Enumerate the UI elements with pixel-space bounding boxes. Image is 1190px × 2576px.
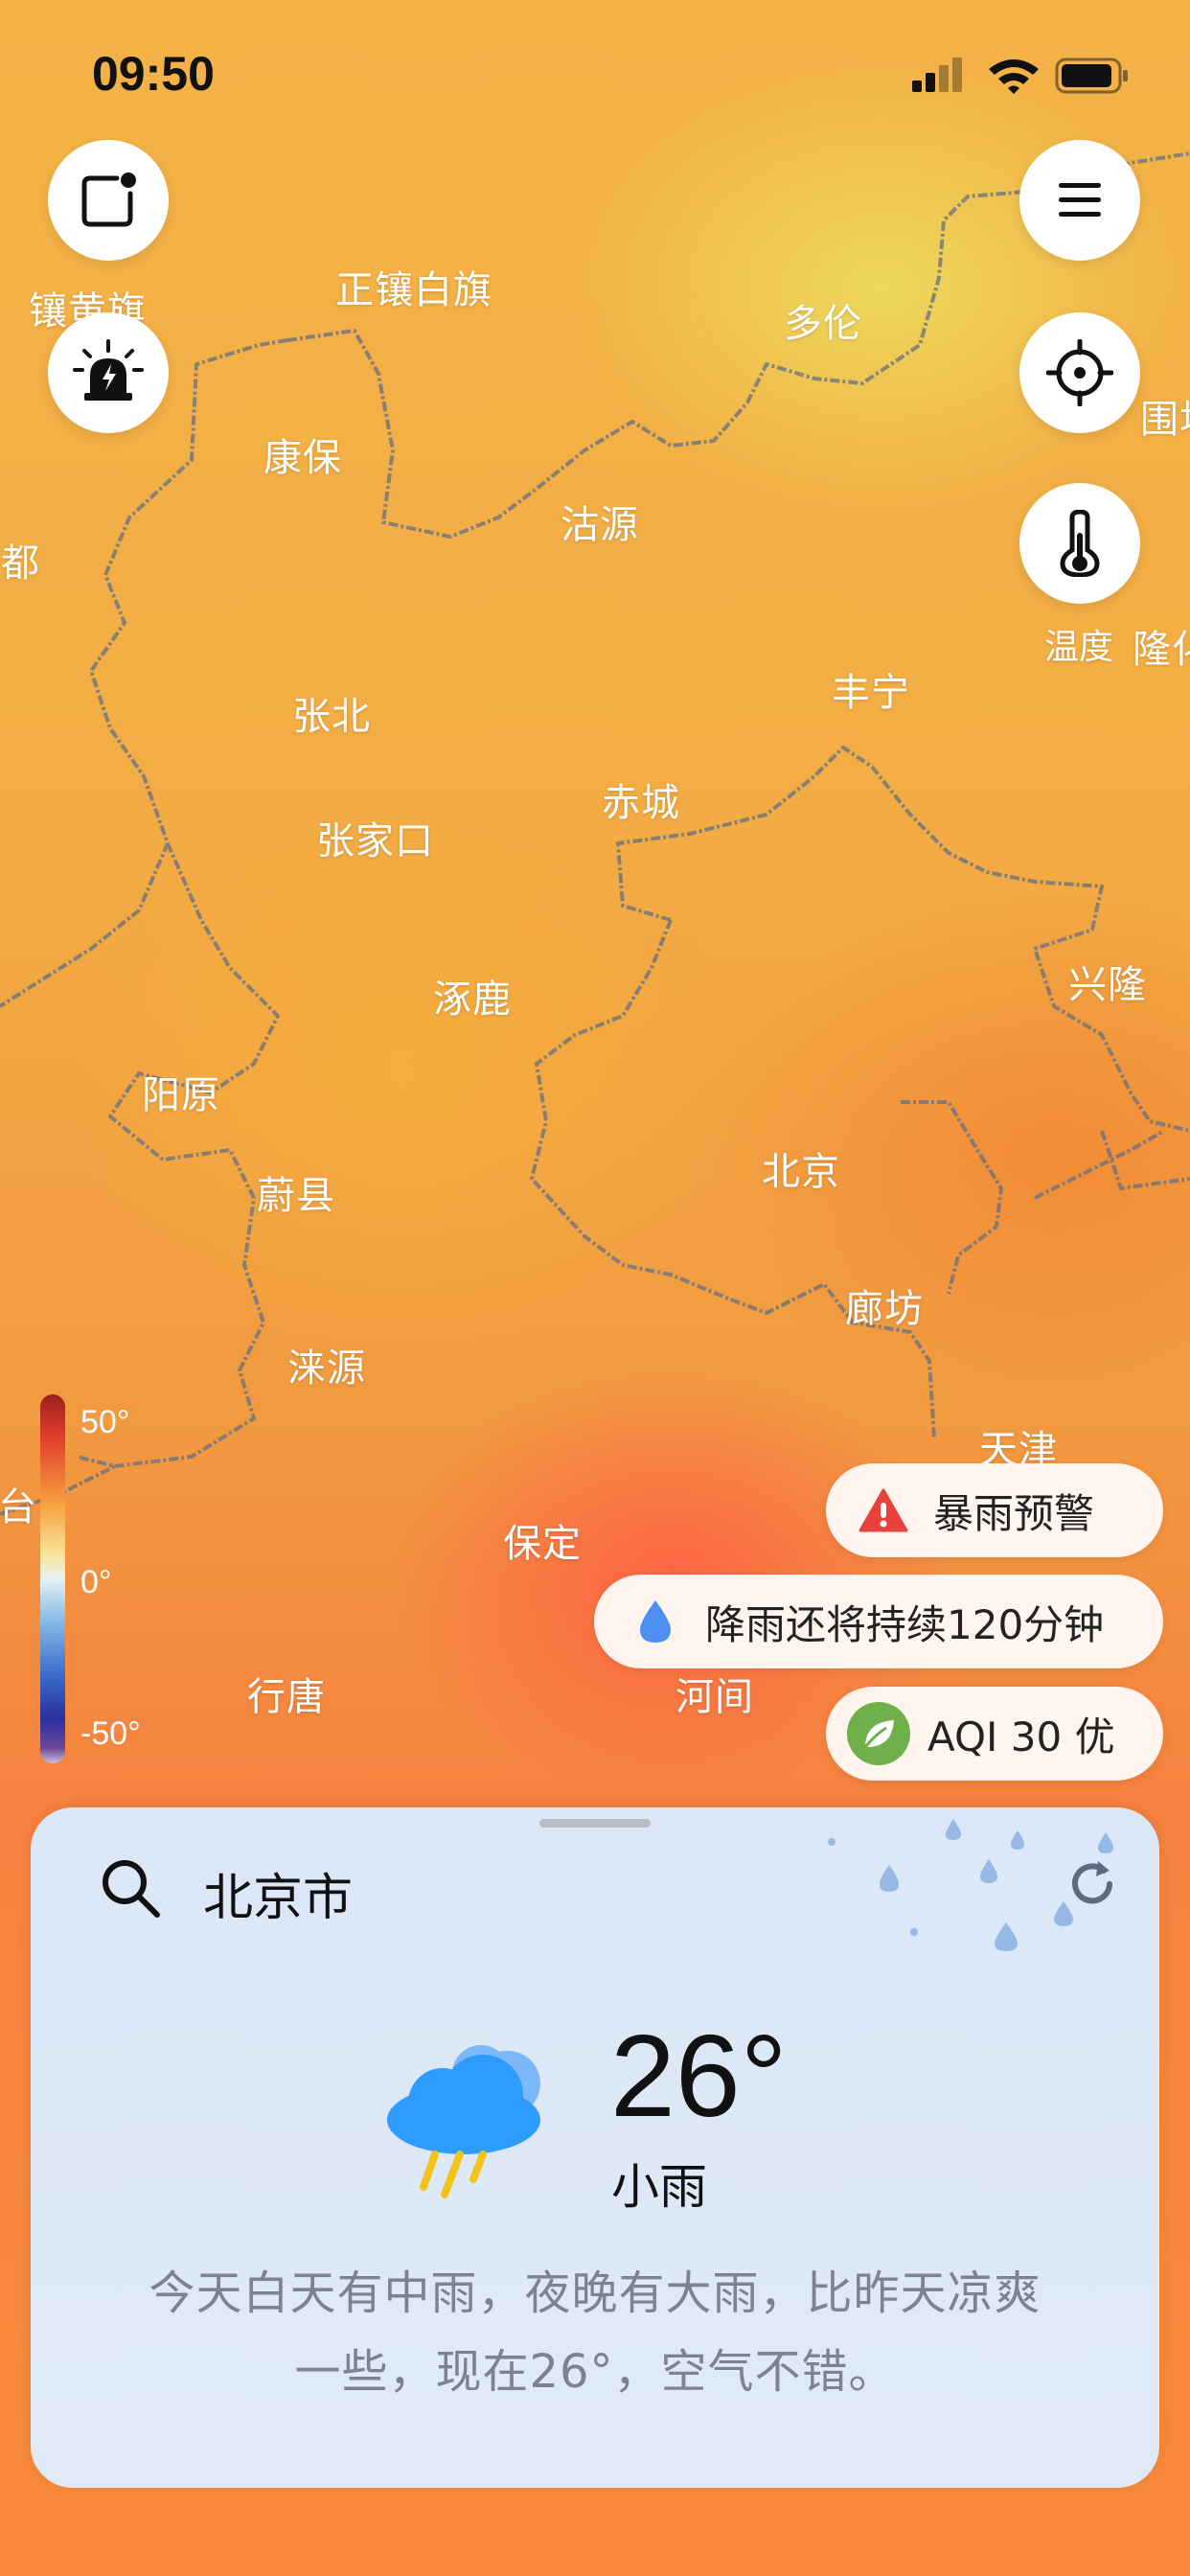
legend-min: -50° [80,1715,141,1752]
leaf-icon [847,1702,910,1765]
weather-condition: 小雨 [611,2159,707,2215]
menu-button[interactable] [1019,140,1140,261]
rain-duration-pill[interactable]: 降雨还将持续120分钟 [594,1575,1163,1668]
status-time: 09:50 [92,47,215,101]
wifi-icon [989,59,1039,94]
thermometer-icon [1060,510,1100,577]
summary-line: 今天白天有中雨，夜晚有大雨，比昨天凉爽 [149,2266,1041,2320]
battery-icon [1055,58,1128,94]
aqi-text: AQI 30 优 [927,1713,1115,1760]
rainstorm-alert-text: 暴雨预警 [933,1489,1095,1537]
rainstorm-alert-pill[interactable]: 暴雨预警 [826,1463,1163,1557]
warning-icon [858,1488,908,1532]
place-label: 阳原 [142,1073,220,1117]
rain-cloud-icon [387,2045,540,2198]
legend-max: 50° [80,1404,130,1440]
weather-summary: 今天白天有中雨，夜晚有大雨，比昨天凉爽 一些，现在26°，空气不错。 [88,2254,1102,2411]
city-search-text[interactable]: 北京市 [203,1857,353,1929]
place-label: 北京 [762,1150,840,1194]
current-temperature: 26° [610,2011,788,2141]
warning-light-button[interactable] [48,312,169,433]
place-label: 商都 [0,541,40,586]
temperature-layer-button[interactable] [1019,483,1140,604]
search-icon[interactable] [98,1855,165,1922]
place-label: 河间 [675,1675,754,1719]
crosshair-icon [1046,339,1113,406]
place-label: 涿鹿 [433,978,512,1022]
drag-handle[interactable] [539,1819,651,1828]
menu-icon [1059,183,1101,217]
place-label: 张家口 [316,819,434,863]
place-label: 台 [0,1485,37,1530]
place-label: 蔚县 [257,1174,335,1218]
share-button[interactable] [48,140,169,261]
weather-panel[interactable]: 北京市 26° 小雨 今天白天有中雨，夜晚有大雨，比昨天凉爽 一些，现在26°，… [31,1807,1159,2488]
share-icon [81,172,136,227]
legend-mid: 0° [80,1564,112,1600]
temperature-legend-bar [40,1394,65,1763]
refresh-icon[interactable] [1065,1857,1119,1911]
place-label: 丰宁 [832,671,910,715]
place-label: 保定 [503,1522,582,1566]
place-label: 多伦 [784,302,862,346]
place-label: 廊坊 [845,1287,924,1331]
place-label: 隆化 [1133,628,1190,672]
locate-button[interactable] [1019,312,1140,433]
place-label: 行唐 [247,1675,326,1719]
summary-line: 一些，现在26°，空气不错。 [294,2345,896,2399]
status-icons [912,54,1133,104]
place-label: 康保 [263,436,342,480]
place-label: 张北 [292,695,371,739]
raindrop-icon [640,1600,671,1643]
alarm-light-icon [73,339,144,401]
layer-label: 温度 [1044,628,1114,667]
rain-duration-text: 降雨还将持续120分钟 [705,1600,1105,1648]
place-label: 兴隆 [1068,963,1147,1007]
place-label: 正镶白旗 [335,268,492,312]
place-label: 涞源 [287,1346,366,1391]
place-label: 赤城 [602,781,680,825]
place-label: 沽源 [561,503,639,547]
place-label: 围场 [1140,398,1190,442]
signal-icon [912,58,962,92]
aqi-pill[interactable]: AQI 30 优 [826,1687,1163,1781]
